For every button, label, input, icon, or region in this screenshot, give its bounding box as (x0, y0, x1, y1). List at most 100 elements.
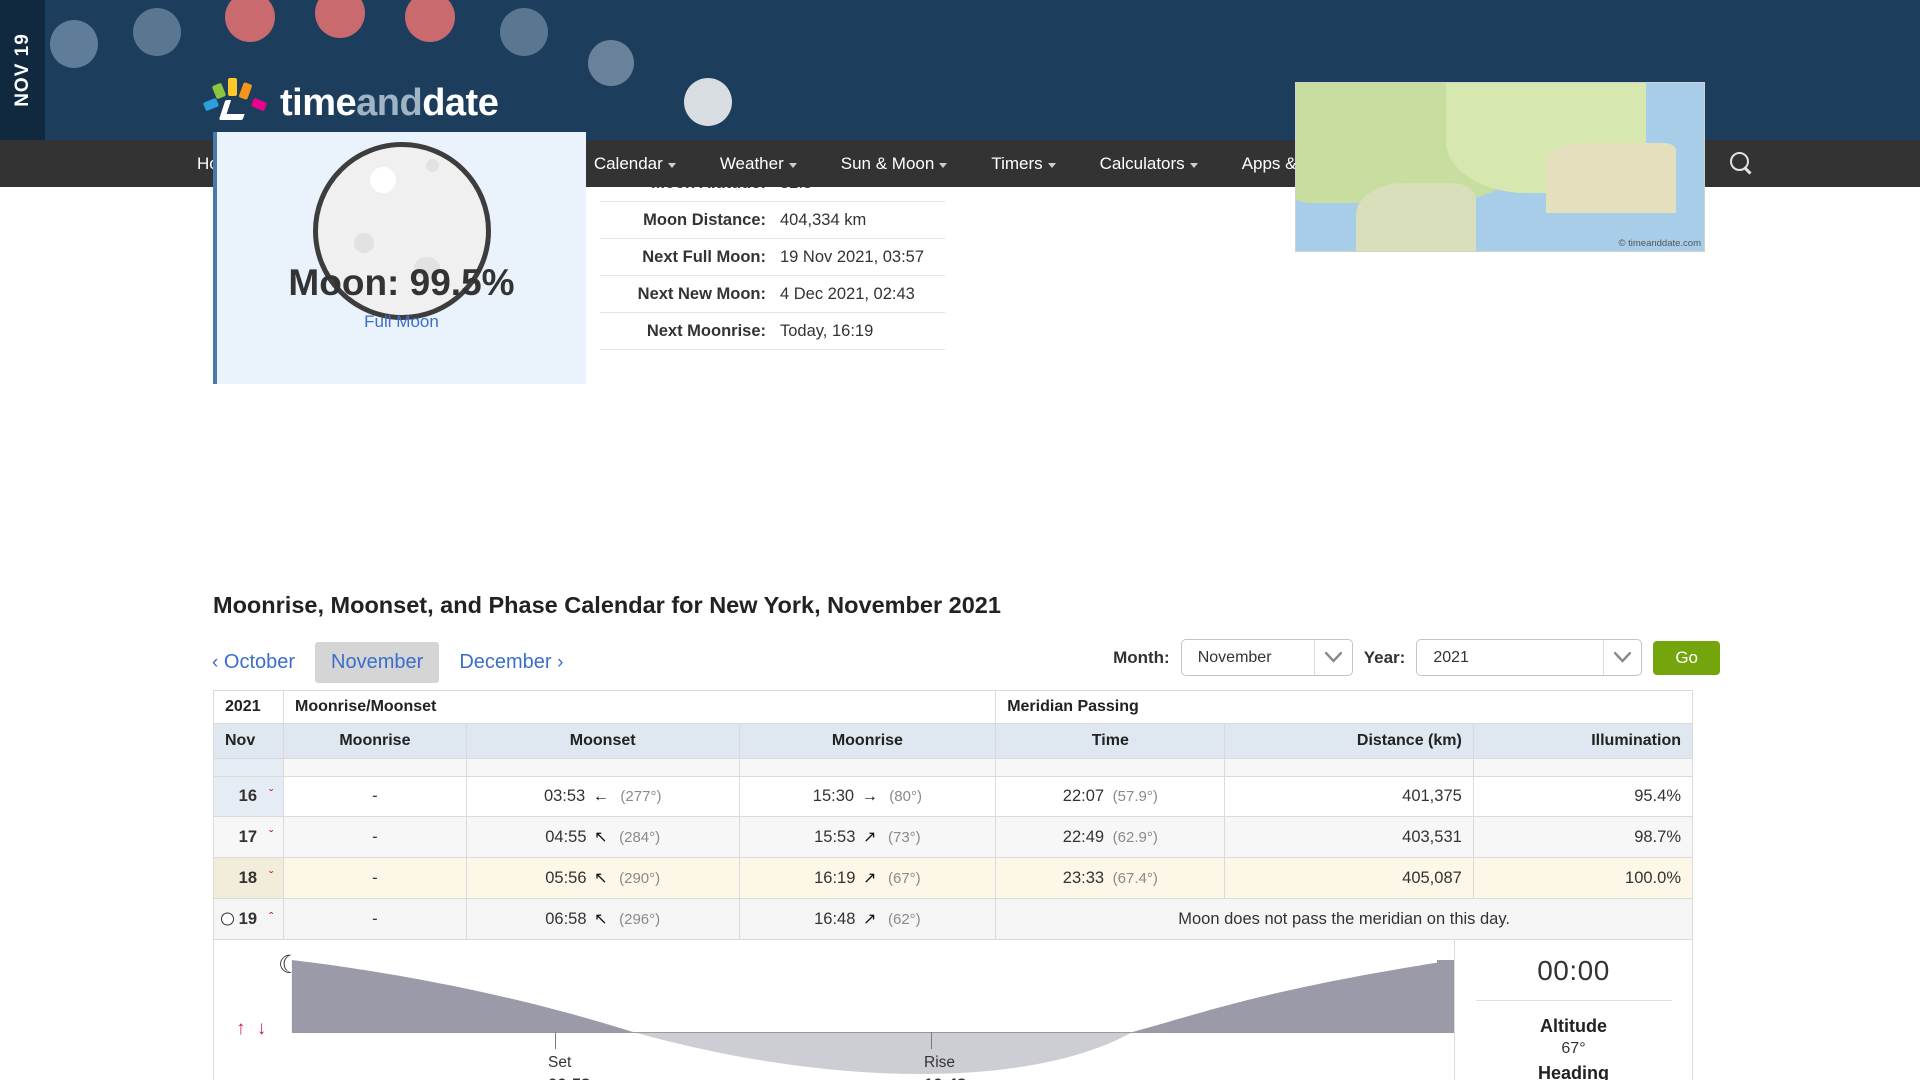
day-number: 19 (238, 909, 257, 928)
month-next-label: December (459, 651, 552, 673)
moonrise-degree: (80°) (889, 788, 922, 805)
moon-decoration-6 (500, 8, 548, 56)
month-select[interactable]: November (1180, 639, 1353, 676)
nav-item-timers[interactable]: Timers (969, 140, 1077, 187)
nav-item-calculators[interactable]: Calculators (1078, 140, 1220, 187)
chevron-down-icon (1313, 640, 1352, 675)
column-header-distance[interactable]: Distance (km) (1224, 723, 1474, 759)
date-tab-label: NOV 19 (11, 33, 33, 107)
column-header-moonrise-2[interactable]: Moonrise (738, 723, 997, 759)
moonrise-time: 16:19 (814, 869, 856, 887)
moon-decoration-1 (50, 20, 98, 68)
row-day-19[interactable]: 19 ˆ (213, 898, 284, 940)
rise-tick (931, 1032, 932, 1049)
go-button[interactable]: Go (1653, 640, 1720, 675)
location-map[interactable]: © timeanddate.com (1295, 82, 1705, 252)
panel-altitude-value: 67° (1561, 1040, 1586, 1057)
search-icon[interactable] (1729, 151, 1755, 177)
rise-event-label: Rise 16:48 62°ENE (924, 1053, 979, 1080)
info-row-distance: Moon Distance: 404,334 km (600, 201, 945, 239)
meridian-time: 22:07 (1062, 787, 1105, 805)
cell-moonrise-2: 15:53 ↗ (73°) (738, 816, 997, 858)
column-header-day[interactable]: Nov (213, 723, 284, 759)
row-day-17[interactable]: 17 ˇ (213, 816, 284, 858)
cell-moonrise-1: - (283, 857, 467, 899)
chevron-up-icon[interactable]: ˆ (269, 910, 273, 924)
date-tab: NOV 19 (0, 0, 45, 140)
year-select[interactable]: 2021 (1416, 639, 1643, 676)
row-day-16[interactable]: 16 ˇ (213, 776, 284, 817)
info-value: 19 Nov 2021, 03:57 (780, 238, 945, 276)
chevron-down-icon[interactable]: ˇ (269, 828, 273, 842)
cell-blank (995, 758, 1226, 777)
logo-text-date: date (422, 81, 499, 124)
month-next-button[interactable]: December › (443, 642, 579, 683)
moonset-degree: (277°) (620, 788, 662, 805)
direction-arrow-icon: ↗ (862, 829, 877, 846)
cell-meridian-time: 23:33 (67.4°) (995, 857, 1226, 899)
moonset-degree: (296°) (619, 911, 661, 928)
moon-illumination-percent: Moon: 99.5% (288, 262, 515, 303)
meridian-degree: (62.9°) (1112, 828, 1158, 846)
info-row-next-moonrise: Next Moonrise: Today, 16:19 (600, 312, 945, 350)
day-number: 16 (238, 787, 257, 805)
logo-text-and: and (356, 81, 423, 124)
info-row-next-full-moon: Next Full Moon: 19 Nov 2021, 03:57 (600, 238, 945, 276)
direction-arrow-icon: ↗ (862, 870, 877, 887)
table-row-selected[interactable]: 19 ˆ - 06:58 ↖ (296°) 16:48 ↗ (62°) Moon… (213, 898, 1693, 940)
set-time: 06:58 (548, 1074, 621, 1080)
chevron-down-icon[interactable]: ˇ (269, 787, 273, 801)
group-header-meridian: Meridian Passing (995, 690, 1693, 724)
day-number: 17 (238, 827, 257, 846)
month-current-button[interactable]: November (315, 642, 440, 683)
chevron-down-icon (1047, 162, 1056, 168)
cell-moonrise-1: - (283, 816, 467, 858)
moon-decoration-3 (225, 0, 275, 42)
month-prev-button[interactable]: ‹ October (196, 642, 311, 683)
moon-phase-link[interactable]: Full Moon (217, 312, 586, 332)
info-label: Next New Moon: (600, 275, 780, 313)
column-header-illumination[interactable]: Illumination (1472, 723, 1694, 759)
meridian-degree: (57.9°) (1112, 788, 1158, 805)
cell-blank (1472, 758, 1694, 777)
chevron-down-icon (1603, 640, 1641, 675)
direction-arrow-icon: ↖ (594, 911, 608, 928)
cell-illumination: 98.7% (1472, 816, 1694, 858)
table-row-clipped[interactable] (213, 758, 1694, 777)
moon-decoration-7 (588, 40, 634, 86)
column-header-moonrise-1[interactable]: Moonrise (283, 723, 467, 759)
moon-altitude-chart: ☾ ↑ ↓ Set 06:58 296°WNW Rise (214, 940, 1692, 1080)
year-select-label: Year: (1363, 647, 1406, 667)
page-content: Moon: 99.5% Full Moon Moon Altitude: 32.… (0, 82, 1920, 1080)
chart-plot-area[interactable]: ☾ ↑ ↓ Set 06:58 296°WNW Rise (214, 940, 1454, 1080)
cell-blank (283, 758, 467, 777)
moon-calendar-table: 2021 Moonrise/Moonset Meridian Passing N… (213, 690, 1694, 1080)
moonrise-degree: (67°) (887, 870, 921, 887)
site-logo[interactable]: timeanddate (200, 78, 499, 128)
column-header-moonset[interactable]: Moonset (465, 723, 740, 759)
chevron-down-icon (1189, 162, 1198, 168)
map-credit: © timeanddate.com (1618, 238, 1701, 249)
column-header-time[interactable]: Time (995, 723, 1226, 759)
moonrise-degree: (73°) (887, 829, 921, 846)
row-day-18[interactable]: 18 ˇ (213, 857, 284, 899)
moonset-time: 05:56 (545, 869, 587, 887)
moonrise-time: 15:53 (814, 828, 856, 846)
year-select-value: 2021 (1433, 648, 1469, 666)
table-row[interactable]: 16 ˇ - 03:53 ← (277°) 15:30 → (80°) 22:0… (213, 776, 1694, 817)
meridian-time: 22:49 (1062, 827, 1105, 846)
table-row-expanded-detail: ☾ ↑ ↓ Set 06:58 296°WNW Rise (213, 939, 1693, 1080)
cell-moonrise-1: - (283, 898, 467, 940)
logo-text-time: time (280, 81, 357, 124)
table-row[interactable]: 18 ˇ - 05:56 ↖ (290°) 16:19 ↗ (67°) 23:3… (213, 857, 1694, 899)
cell-distance: 401,375 (1224, 776, 1474, 817)
moon-crescent-icon: ☾ (278, 951, 301, 979)
nav-label: Calculators (1099, 153, 1185, 173)
table-row[interactable]: 17 ˇ - 04:55 ↖ (284°) 15:53 ↗ (73°) 22:4… (213, 816, 1694, 858)
panel-altitude-label: Altitude (1540, 1016, 1607, 1036)
info-label: Moon Altitude: (600, 165, 780, 202)
nav-label: Timers (991, 153, 1043, 173)
chevron-down-icon[interactable]: ˇ (269, 869, 273, 883)
info-label: Next Moonrise: (600, 312, 780, 350)
table-group-header-row: 2021 Moonrise/Moonset Meridian Passing (213, 690, 1693, 724)
